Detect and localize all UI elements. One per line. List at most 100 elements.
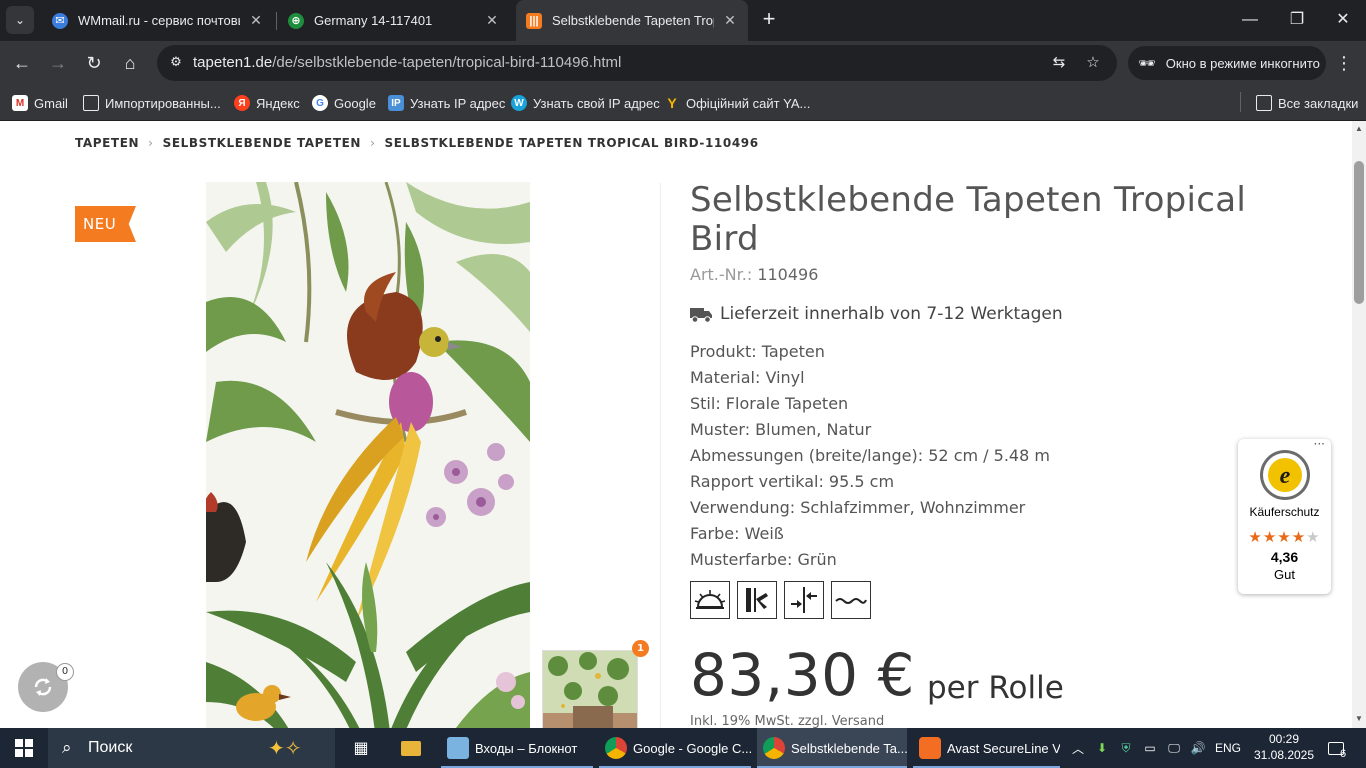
file-explorer-icon[interactable] xyxy=(397,728,425,768)
task-view-icon[interactable]: ▦ xyxy=(346,728,376,768)
svg-text:e: e xyxy=(1280,463,1291,489)
sparkle-icon: ✦✧ xyxy=(268,738,302,760)
w-icon: W xyxy=(511,95,527,111)
spec-material: Material: Vinyl xyxy=(690,368,805,387)
close-window-icon[interactable]: ✕ xyxy=(1331,8,1355,32)
taskbar-app-chrome-google[interactable]: Google - Google C... xyxy=(599,728,751,768)
bookmark-label: Google xyxy=(334,95,376,111)
spec-rapport: Rapport vertikal: 95.5 cm xyxy=(690,472,895,491)
close-tab-icon[interactable]: ✕ xyxy=(722,12,738,29)
tab-germany[interactable]: ⊕ Germany 14-117401 ✕ xyxy=(278,0,510,41)
back-arrow-icon[interactable]: ← xyxy=(10,51,34,75)
article-number-label: Art.-Nr.: xyxy=(690,265,753,284)
tab-search-chevron-icon[interactable]: ⌄ xyxy=(6,6,34,34)
bookmark-imported-folder[interactable]: Импортированны... xyxy=(83,91,221,115)
forward-arrow-icon[interactable]: → xyxy=(46,51,70,75)
lightfastness-icon[interactable] xyxy=(690,581,730,619)
language-indicator[interactable]: ENG xyxy=(1210,728,1246,768)
incognito-label: Окно в режиме инкогнито xyxy=(1165,55,1320,71)
trusted-shops-menu-icon[interactable]: ··· xyxy=(1314,437,1325,451)
browser-menu-icon[interactable]: ⋮ xyxy=(1334,51,1354,75)
straight-match-icon[interactable] xyxy=(784,581,824,619)
bookmark-star-icon[interactable]: ☆ xyxy=(1083,53,1103,73)
page-scrollbar[interactable]: ▲ ▼ xyxy=(1352,121,1366,728)
tab-title: Selbstklebende Tapeten Tropica xyxy=(552,13,714,28)
close-tab-icon[interactable]: ✕ xyxy=(484,12,500,29)
paste-the-wall-icon[interactable] xyxy=(737,581,777,619)
network-icon[interactable]: 🖵 xyxy=(1164,728,1184,768)
address-bar[interactable]: ⚙ tapeten1.de/de/selbstklebende-tapeten/… xyxy=(157,45,1117,81)
delivery-info: Lieferzeit innerhalb von 7-12 Werktagen xyxy=(690,304,1063,324)
trusted-shops-seal-icon: e xyxy=(1260,450,1310,500)
article-number-value: 110496 xyxy=(757,265,819,284)
scroll-down-arrow-icon[interactable]: ▼ xyxy=(1352,713,1366,725)
tab-wmmail[interactable]: ✉ WMmail.ru - сервис почтовых ✕ xyxy=(42,0,274,41)
taskbar-clock[interactable]: 00:29 31.08.2025 xyxy=(1252,731,1316,763)
vpn-shield-icon[interactable]: ⛨ xyxy=(1116,728,1136,768)
reload-icon[interactable]: ↻ xyxy=(82,51,106,75)
ya-icon: Y xyxy=(667,95,677,111)
product-main-image[interactable] xyxy=(206,182,530,728)
taskbar-search-box[interactable]: ⌕ Поиск ✦✧ xyxy=(48,728,335,768)
volume-icon[interactable]: 🔊 xyxy=(1188,728,1208,768)
spec-pattern: Muster: Blumen, Natur xyxy=(690,420,872,439)
taskbar-app-label: Avast SecureLine V... xyxy=(947,740,1060,756)
all-bookmarks-button[interactable]: Все закладки xyxy=(1256,91,1358,115)
translate-icon[interactable]: ⇆ xyxy=(1049,53,1069,73)
taskbar-search-label: Поиск xyxy=(88,739,133,756)
bookmark-label: Яндекс xyxy=(256,95,300,111)
breadcrumb-item-tapeten[interactable]: TAPETEN xyxy=(75,136,139,150)
incognito-button[interactable]: 🕶 Окно в режиме инкогнито xyxy=(1128,46,1326,80)
room-preview-image xyxy=(543,651,637,728)
new-tab-plus-icon[interactable]: + xyxy=(757,8,781,32)
bookmark-my-ip[interactable]: W Узнать свой IP адрес xyxy=(511,91,660,115)
close-tab-icon[interactable]: ✕ xyxy=(248,12,264,29)
product-thumbnail[interactable] xyxy=(542,650,638,728)
rating-stars-icon: ★★★★★ xyxy=(1248,528,1321,546)
minimize-icon[interactable]: — xyxy=(1238,8,1262,32)
tab-tapeten-active[interactable]: ||| Selbstklebende Tapeten Tropica ✕ xyxy=(516,0,748,41)
spec-usage: Verwendung: Schlafzimmer, Wohnzimmer xyxy=(690,498,1026,517)
search-icon: ⌕ xyxy=(62,738,72,757)
care-symbols xyxy=(690,581,878,619)
download-arrow-icon[interactable]: ⬇ xyxy=(1092,728,1112,768)
price-unit: per Rolle xyxy=(927,670,1064,706)
tab-title: WMmail.ru - сервис почтовых xyxy=(78,13,240,28)
windows-start-button[interactable] xyxy=(0,728,48,768)
home-icon[interactable]: ⌂ xyxy=(118,51,142,75)
product-title: Selbstklebende Tapeten Tropical Bird xyxy=(690,180,1247,259)
bookmark-official-ya[interactable]: Y Офіційний сайт YA... xyxy=(664,91,810,115)
taskbar-app-chrome-tapeten[interactable]: Selbstklebende Ta... xyxy=(757,728,907,768)
thumbnail-count-badge: 1 xyxy=(632,640,649,657)
scrollbar-thumb[interactable] xyxy=(1354,161,1364,304)
delivery-truck-icon xyxy=(690,307,712,323)
notepad-icon xyxy=(447,737,469,759)
battery-icon[interactable]: ▭ xyxy=(1140,728,1160,768)
trusted-shops-badge[interactable]: ··· e Käuferschutz ★★★★★ 4,36 Gut xyxy=(1238,437,1331,594)
washable-icon[interactable] xyxy=(831,581,871,619)
product-page: TAPETEN › SELBSTKLEBENDE TAPETEN › SELBS… xyxy=(0,121,1352,728)
bookmark-label: Офіційний сайт YA... xyxy=(686,95,811,111)
spec-product: Produkt: Tapeten xyxy=(690,342,825,361)
bookmark-ip-address[interactable]: IP Узнать IP адрес xyxy=(388,91,505,115)
bookmark-gmail[interactable]: M Gmail xyxy=(12,91,68,115)
tray-overflow-chevron-icon[interactable]: ︿ xyxy=(1068,728,1088,768)
restore-window-icon[interactable]: ❐ xyxy=(1285,8,1309,32)
wmmail-icon: ✉ xyxy=(52,12,68,29)
scroll-up-arrow-icon[interactable]: ▲ xyxy=(1352,123,1366,135)
spec-dimensions: Abmessungen (breite/lange): 52 cm / 5.48… xyxy=(690,446,1050,465)
taskbar-app-avast[interactable]: Avast SecureLine V... xyxy=(913,728,1060,768)
site-info-icon[interactable]: ⚙ xyxy=(167,54,185,72)
breadcrumb-item-selbstklebende[interactable]: SELBSTKLEBENDE TAPETEN xyxy=(163,136,362,150)
taskbar-app-notepad[interactable]: Входы – Блокнот xyxy=(441,728,593,768)
bookmark-label: Узнать свой IP адрес xyxy=(533,95,660,111)
bookmark-yandex[interactable]: Я Яндекс xyxy=(234,91,300,115)
folder-icon xyxy=(1256,95,1272,111)
bookmark-google[interactable]: G Google xyxy=(312,91,376,115)
taskbar-app-label: Selbstklebende Ta... xyxy=(791,740,907,756)
browser-toolbar: ← → ↻ ⌂ ⚙ tapeten1.de/de/selbstklebende-… xyxy=(0,41,1366,85)
tapeten1-icon: ||| xyxy=(526,12,542,29)
url-host: tapeten1.de xyxy=(193,54,273,71)
url-text[interactable]: tapeten1.de/de/selbstklebende-tapeten/tr… xyxy=(193,54,621,71)
notifications-button[interactable]: 6 xyxy=(1322,728,1352,768)
